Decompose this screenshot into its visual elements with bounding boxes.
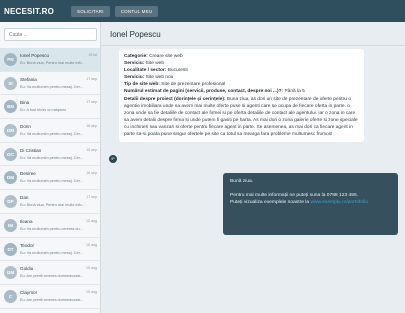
- conversation-name: Bina: [20, 100, 30, 106]
- conversation-preview: Eu: Va multumim pentru mesaj. Cer...: [20, 179, 83, 184]
- conversation-date: 10 aug: [86, 242, 97, 247]
- field-label-localitate: Localitate / sector:: [124, 68, 167, 74]
- conversation-date: 10 aug: [86, 266, 97, 271]
- conversation-date: 17 sep: [86, 100, 97, 105]
- avatar: DT: [4, 242, 17, 256]
- conversation-item[interactable]: BN Bina Eu: A fost trimis un raspuns 17 sep: [0, 95, 100, 120]
- conversation-name: Desiree: [20, 171, 36, 177]
- conversation-item[interactable]: DM Desiree Eu: Va multumim pentru mesaj. C…: [0, 166, 100, 191]
- conversation-item[interactable]: DM Dorin Eu: Va multumim pentru mesaj. Cer…: [0, 119, 100, 143]
- field-value-serviciu-2: Site web nou: [145, 75, 174, 81]
- avatar: IM: [4, 218, 17, 232]
- avatar: DP: [4, 195, 17, 209]
- conversation-item[interactable]: GM Goldiu Eu: Am primit cererea dumneavoas…: [0, 261, 100, 285]
- chat-title: Ionel Popescu: [110, 30, 161, 39]
- conversation-date: 16 sep: [86, 124, 97, 129]
- field-value-tip: Site de prezentare profesional: [161, 82, 226, 88]
- conversation-name: Dan: [20, 195, 29, 201]
- conversation-preview: Eu: Va multumim pentru cererea du...: [20, 226, 83, 231]
- conversation-date: 15 sep: [86, 147, 97, 152]
- conversation-item[interactable]: DC Di Cristian Eu: Va multumim pentru mesa…: [0, 143, 100, 167]
- site-logo[interactable]: NECESIT.RO: [4, 7, 54, 16]
- field-label-serviciu-2: Serviciu:: [124, 75, 145, 81]
- portfolio-link[interactable]: www.exemplu.ro/portofoliu: [310, 200, 367, 205]
- avatar: SI: [4, 76, 17, 90]
- avatar: BN: [4, 100, 17, 114]
- conversation-item[interactable]: IM Ileana Eu: Va multumim pentru cererea d…: [0, 214, 100, 238]
- nav-contul-meu-button[interactable]: CONTUL MEU: [114, 5, 159, 17]
- avatar: GM: [4, 266, 17, 280]
- conversation-name: Ileana: [20, 218, 33, 224]
- conversation-preview: Eu: Va multumim pentru mesaj. Cer...: [20, 250, 83, 255]
- conversation-date: 17 sep: [86, 195, 97, 200]
- avatar: PN: [4, 53, 17, 66]
- avatar: DM: [4, 124, 17, 138]
- conversation-preview: Eu: Va multumim pentru mesaj. Cer...: [20, 132, 83, 137]
- field-value-localitate: Bucuresti: [167, 68, 188, 74]
- conversation-date: 15 iul: [88, 53, 97, 57]
- conversation-list: PN Ionel Popescu Eu: Bună ziua, Pentru mai…: [0, 48, 100, 309]
- conversation-sidebar: PNIonel Popescu Eu: Bună ziua, Pentru mai…: [0, 22, 101, 313]
- conversation-preview: Eu: Bună ziua, Pentru mai multe info...: [20, 203, 84, 208]
- conversation-date: 10 aug: [86, 289, 97, 294]
- conversation-preview: Eu: Va multumim pentru mesaj. Cer...: [20, 84, 83, 89]
- conversation-item[interactable]: DT Teodor Eu: Va multumim pentru mesaj. Ce…: [0, 238, 100, 262]
- conversation-date: 12 aug: [86, 218, 97, 223]
- conversation-name: Claymor: [20, 289, 38, 295]
- conversation-date: 17 sep: [86, 76, 97, 81]
- field-label-categorie: Categorie:: [124, 54, 148, 59]
- conversation-item[interactable]: C Claymor Eu: Am primit cererea dumneavoas…: [0, 285, 100, 309]
- conversation-preview: Eu: Bună ziua, Pentru mai multe info...: [20, 61, 84, 65]
- conversation-preview: Eu: Am primit cererea dumneavoast...: [20, 297, 84, 302]
- reply-line-1: Pentru mai multe informații ne puteți su…: [230, 193, 359, 199]
- conversation-preview: Eu: Am primit cererea dumneavoast...: [20, 274, 84, 279]
- field-value-detalii: Buna ziua, as dori un site de prezentare…: [124, 96, 358, 138]
- reply-line-2: Puteți vizualiza exemplele noastre la: [230, 200, 310, 206]
- top-navbar: NECESIT.RO SOLICITARI CONTUL MEU: [0, 0, 405, 22]
- conversation-name: Teodor: [20, 242, 35, 248]
- conversation-item[interactable]: PN Ionel Popescu Eu: Bună ziua, Pentru mai…: [0, 48, 100, 72]
- chat-panel: Ionel Popescu Categorie: Creare site web…: [101, 22, 405, 313]
- incoming-message: Categorie: Creare site web Serviciu: Sit…: [119, 49, 364, 143]
- field-value-serviciu: Site web: [145, 61, 165, 67]
- field-label-tip: Tip de site web:: [124, 82, 160, 88]
- avatar: C: [4, 289, 17, 303]
- field-label-numar-pagini: Numărul estimat de pagini (servicii, pro…: [124, 89, 284, 95]
- conversation-preview: Eu: Va multumim pentru mesaj. Cer...: [20, 155, 83, 160]
- conversation-item[interactable]: DP Dan Eu: Bună ziua, Pentru mai multe inf…: [0, 190, 100, 214]
- conversation-preview: Eu: A fost trimis un raspuns: [20, 108, 67, 113]
- field-label-detalii: Detalii despre proiect (dorințele și cer…: [124, 96, 226, 102]
- avatar: DM: [4, 171, 17, 185]
- conversation-date: 16 sep: [86, 171, 97, 176]
- conversation-name: Dorin: [20, 124, 31, 130]
- field-value-numar-pagini: Până la 5: [284, 89, 305, 95]
- conversation-name: Ionel Popescu: [20, 53, 50, 58]
- header-divider: [101, 45, 405, 46]
- conversation-item[interactable]: SI Stefania Eu: Va multumim pentru mesaj. …: [0, 72, 100, 96]
- nav-solicitari-button[interactable]: SOLICITARI: [71, 5, 110, 17]
- conversation-name: Di Cristian: [20, 147, 42, 153]
- conversation-name: Goldiu: [20, 266, 34, 272]
- sender-avatar: IP: [109, 155, 117, 163]
- reply-greeting: Bună ziua.: [230, 179, 254, 184]
- avatar: DC: [4, 147, 17, 161]
- search-input[interactable]: [4, 28, 97, 41]
- conversation-name: Stefania: [20, 76, 37, 82]
- field-value-categorie: Creare site web: [149, 54, 183, 59]
- outgoing-message: Bună ziua. Pentru mai multe informații n…: [223, 173, 398, 235]
- field-label-serviciu: Serviciu:: [124, 61, 145, 67]
